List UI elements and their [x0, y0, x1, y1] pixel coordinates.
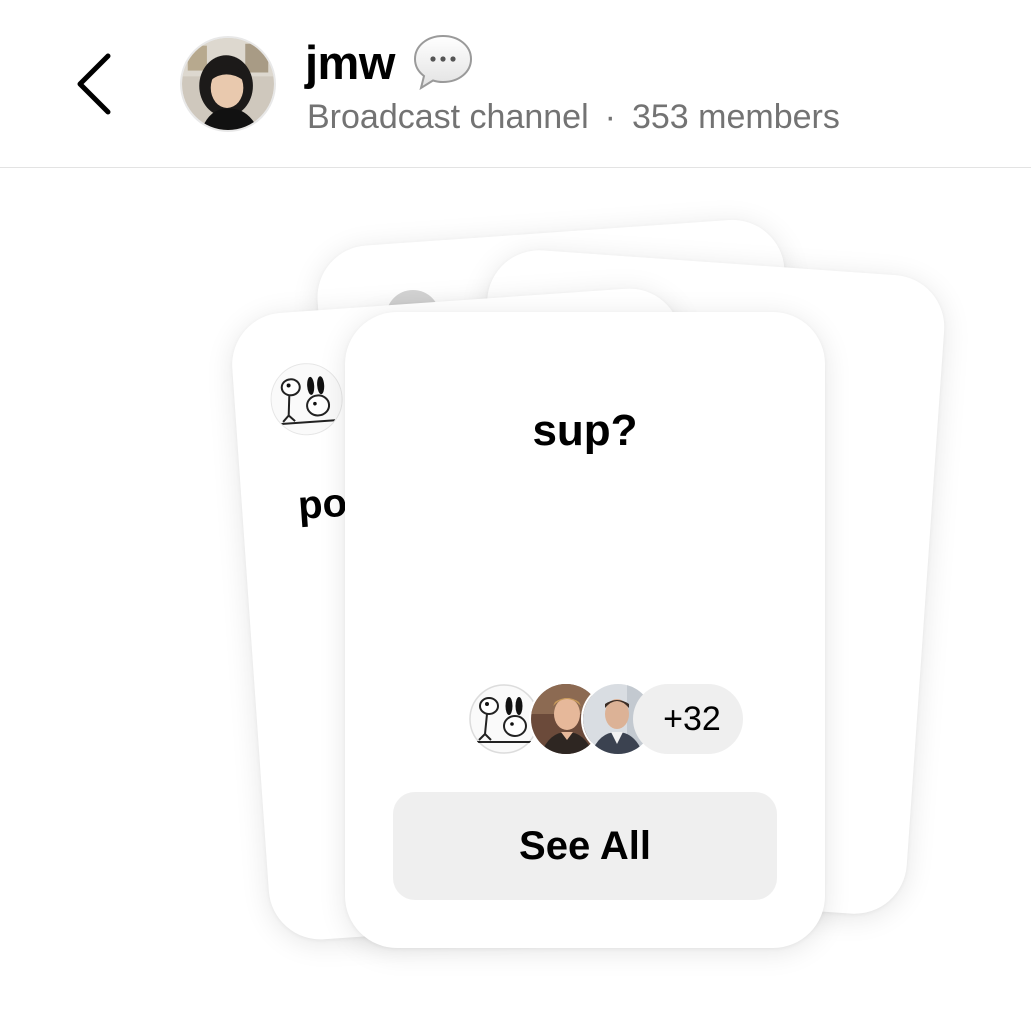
back-button[interactable] — [62, 48, 126, 120]
additional-responders-count[interactable]: +32 — [633, 684, 743, 754]
speech-bubble-icon — [413, 34, 472, 91]
see-all-button[interactable]: See All — [393, 792, 777, 900]
card-author-avatar — [268, 360, 346, 438]
channel-subtitle: Broadcast channel · 353 members — [307, 98, 840, 137]
channel-avatar[interactable] — [180, 36, 276, 132]
channel-name[interactable]: jmw — [305, 35, 395, 90]
prompt-card-front[interactable]: sup? +32 See All — [345, 312, 825, 948]
channel-type: Broadcast channel — [307, 98, 589, 136]
card-prompt-text: po — [296, 480, 349, 529]
channel-header: jmw Broadcast channel · 353 members — [0, 0, 1031, 168]
separator-dot: · — [604, 98, 616, 136]
channel-title-row: jmw — [305, 30, 475, 94]
broadcast-channel-screen: jmw Broadcast channel · 353 members po s… — [0, 0, 1031, 1031]
member-count[interactable]: 353 members — [632, 98, 840, 137]
chevron-left-icon — [77, 53, 111, 115]
card-prompt-text: sup? — [532, 406, 638, 455]
